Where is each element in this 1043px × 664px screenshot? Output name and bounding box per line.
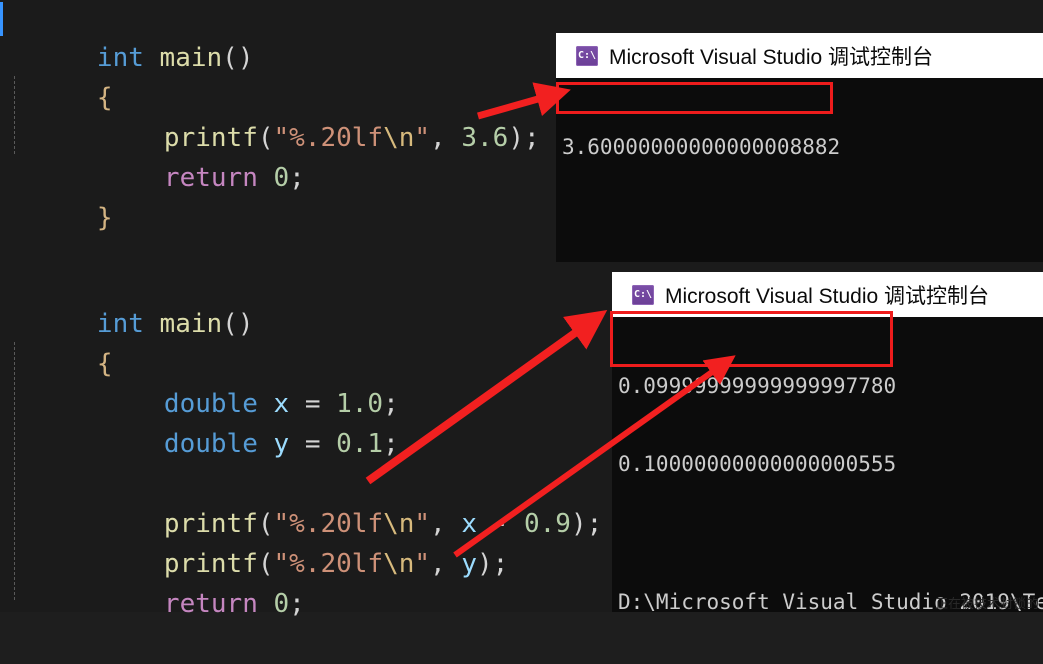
close-brace: } [96,203,113,233]
arg-variable-y: y [461,549,478,579]
literal-0-9: 0.9 [523,509,571,539]
function-main: main [159,43,223,73]
screenshot-root: int main() { printf("%.20lf\n", 3.6); re… [0,0,1043,619]
close-paren-semicolon-2: ); [570,509,603,539]
code-editor-pane[interactable]: int main() { printf("%.20lf\n", 3.6); re… [0,0,620,619]
escape-newline: \n [383,123,415,153]
console-app-icon: C:\ [632,284,654,305]
variable-y: y [273,429,290,459]
console-icon-glyph: C:\ [633,288,653,300]
console-2-title: Microsoft Visual Studio 调试控制台 [665,284,990,308]
console-1-titlebar[interactable]: C:\ Microsoft Visual Studio 调试控制台 [556,33,1043,78]
paren-pair: () [222,43,254,73]
console-window-2[interactable]: C:\ Microsoft Visual Studio 调试控制台 0.0999… [612,272,1043,612]
literal-zero-2: 0 [273,589,290,619]
console-1-output: 3.60000000000000008882 D:\Microsoft Visu… [556,78,1043,262]
watermark-text: 正在被技术封锁的 [934,596,1039,611]
type-double-y: double [163,429,258,459]
arg-separator: , [430,123,462,153]
semicolon-return-2: ; [289,589,305,619]
console-2-titlebar[interactable]: C:\ Microsoft Visual Studio 调试控制台 [612,272,1043,317]
indent-guide-1 [14,76,15,154]
paren-pair-2: () [222,309,254,339]
keyword-return: return [163,163,258,193]
format-string-3-close: " [414,549,431,579]
function-main-2: main [159,309,223,339]
indent-guide-2 [14,342,15,600]
literal-0-1: 0.1 [336,429,384,459]
keyword-return-2: return [163,589,258,619]
console-2-output: 0.09999999999999997780 0.100000000000000… [612,317,1043,612]
console-window-1[interactable]: C:\ Microsoft Visual Studio 调试控制台 3.6000… [556,33,1043,262]
literal-zero: 0 [273,163,290,193]
literal-3-6: 3.6 [461,123,509,153]
console-icon-glyph: C:\ [577,49,597,61]
code-line-return-2[interactable]: return 0; [70,544,305,664]
format-string-close: " [414,123,431,153]
arg-separator-3: , [430,549,462,579]
close-paren-semicolon: ); [508,123,540,153]
semicolon-y: ; [383,429,399,459]
assign-op-y: = [304,429,321,459]
escape-newline-3: \n [383,549,415,579]
console-app-icon: C:\ [576,45,598,66]
close-paren-semicolon-3: ); [477,549,509,579]
console-1-value-line: 3.60000000000000008882 [562,135,841,159]
semicolon: ; [289,163,305,193]
console-1-title: Microsoft Visual Studio 调试控制台 [609,45,934,69]
code-line-close-brace-1[interactable]: } [3,158,113,278]
console-2-value-line-2: 0.10000000000000000555 [618,452,897,476]
console-2-value-line-1: 0.09999999999999997780 [618,374,897,398]
